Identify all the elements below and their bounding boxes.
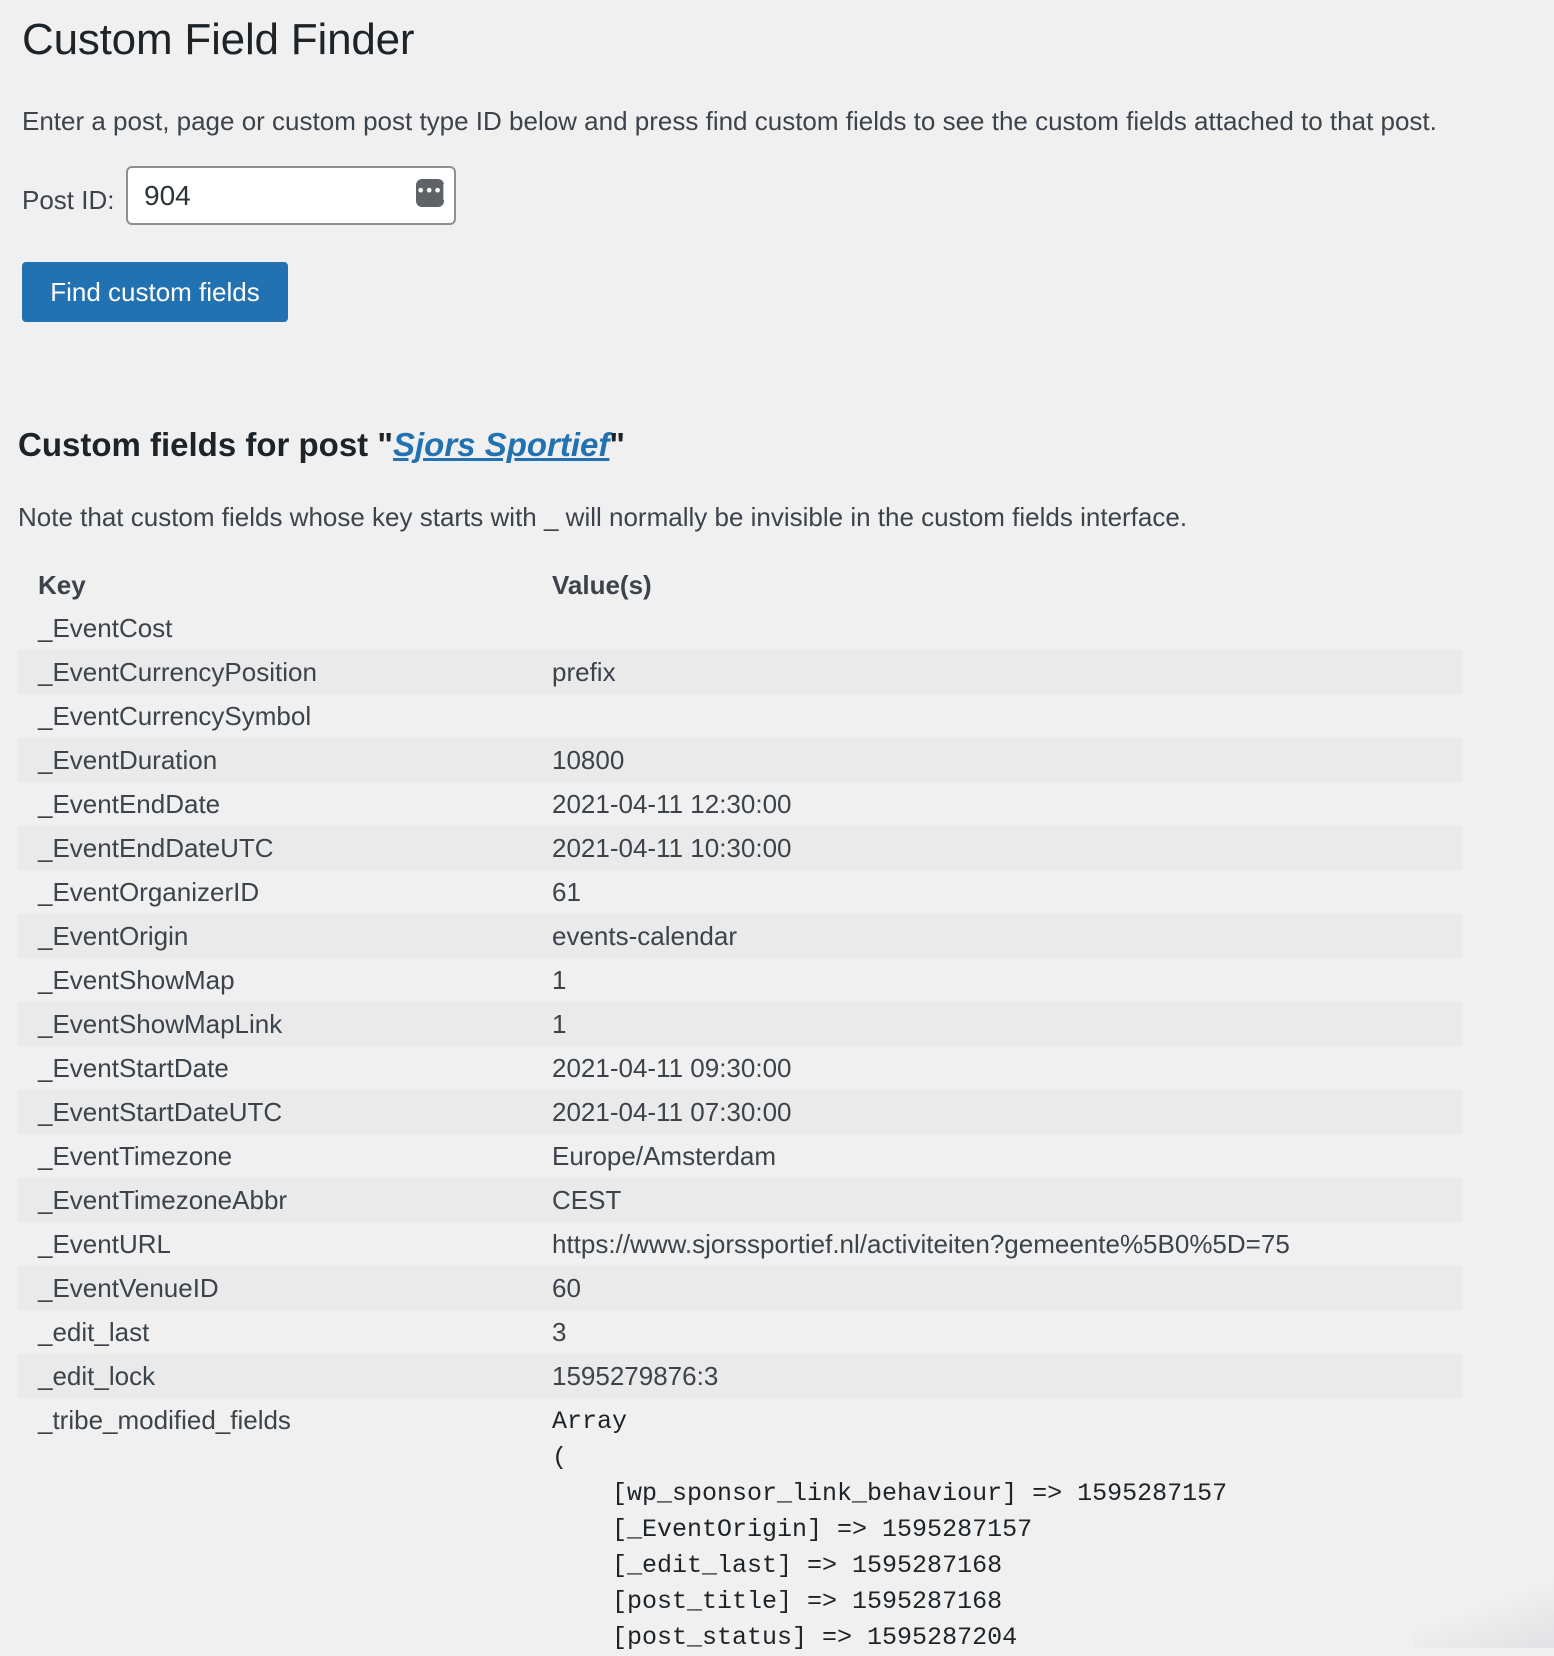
table-row: _EventStartDateUTC 2021-04-11 07:30:00 [18,1090,1462,1134]
field-key: _tribe_modified_fields [38,1405,291,1435]
field-key: _EventDuration [18,738,532,782]
table-row: _EventURL https://www.sjorssportief.nl/a… [18,1222,1462,1266]
field-value: 2021-04-11 07:30:00 [532,1090,1462,1134]
password-dots-icon[interactable]: •••| [416,179,447,207]
post-title-link[interactable]: Sjors Sportief [393,426,609,463]
field-value: 2021-04-11 10:30:00 [532,826,1462,870]
post-id-label: Post ID: [22,185,115,215]
field-key: _EventCurrencyPosition [18,650,532,694]
field-value-array: Array ( [wp_sponsor_link_behaviour] => 1… [532,1398,1462,1656]
table-row: _EventEndDate 2021-04-11 12:30:00 [18,782,1462,826]
page-title: Custom Field Finder [22,15,415,64]
field-key: _EventShowMap [38,965,235,995]
field-value: 10800 [532,738,1462,782]
field-value [532,694,1462,738]
field-value: 3 [552,1317,567,1347]
table-row: _EventShowMap 1 [18,958,1462,1002]
field-value: Europe/Amsterdam [552,1141,776,1171]
field-key: _EventURL [38,1229,171,1259]
table-row: _EventDuration 10800 [18,738,1462,782]
field-value [532,606,1462,650]
field-key: _EventVenueID [18,1266,532,1310]
table-row: _EventTimezoneAbbr CEST [18,1178,1462,1222]
table-row: _edit_lock 1595279876:3 [18,1354,1462,1398]
field-key: _edit_last [38,1317,150,1347]
table-row: _EventEndDateUTC 2021-04-11 10:30:00 [18,826,1462,870]
field-value: https://www.sjorssportief.nl/activiteite… [552,1229,1290,1259]
results-heading-suffix: " [609,426,626,463]
results-heading-prefix: Custom fields for post " [18,426,393,463]
table-row: _EventStartDate 2021-04-11 09:30:00 [18,1046,1462,1090]
field-key: _EventCost [38,613,173,643]
custom-field-finder-page: Custom Field Finder Enter a post, page o… [0,0,1554,1652]
field-key: _edit_lock [18,1354,532,1398]
field-value: CEST [532,1178,1462,1222]
find-custom-fields-button[interactable]: Find custom fields [22,262,288,322]
table-row: _EventVenueID 60 [18,1266,1462,1310]
field-value: 2021-04-11 12:30:00 [552,789,792,819]
field-key: _EventStartDate [38,1053,229,1083]
field-key: _EventStartDateUTC [18,1090,532,1134]
field-key: _EventOrigin [18,914,532,958]
table-header-row: Key Value(s) [18,564,1462,606]
table-row: _EventCost [18,606,1462,650]
table-row: _EventCurrencyPosition prefix [18,650,1462,694]
results-heading: Custom fields for post "Sjors Sportief" [18,424,625,466]
field-value: 61 [552,877,581,907]
table-row: _edit_last 3 [18,1310,1462,1354]
field-value: 1 [532,1002,1462,1046]
field-key: _EventOrganizerID [38,877,260,907]
custom-fields-table: Key Value(s) _EventCost _EventCurrencyPo… [18,564,1462,1656]
field-value: prefix [532,650,1462,694]
field-key: _EventEndDate [38,789,221,819]
invisible-fields-note: Note that custom fields whose key starts… [18,502,1188,532]
array-dump: Array ( [wp_sponsor_link_behaviour] => 1… [552,1407,1228,1652]
field-key: _EventTimezone [38,1141,233,1171]
field-key: _EventEndDateUTC [18,826,532,870]
post-id-input[interactable] [126,166,456,225]
table-row-array: _tribe_modified_fields Array ( [wp_spons… [18,1398,1462,1656]
field-value: 1595279876:3 [532,1354,1462,1398]
table-row: _EventShowMapLink 1 [18,1002,1462,1046]
column-header-key: Key [38,570,86,600]
table-row: _EventOrganizerID 61 [18,870,1462,914]
field-value: 1 [552,965,567,995]
field-value: 2021-04-11 09:30:00 [552,1053,792,1083]
field-value: events-calendar [532,914,1462,958]
table-row: _EventTimezone Europe/Amsterdam [18,1134,1462,1178]
intro-text: Enter a post, page or custom post type I… [22,106,1437,136]
table-row: _EventCurrencySymbol [18,694,1462,738]
table-row: _EventOrigin events-calendar [18,914,1462,958]
field-key: _EventShowMapLink [18,1002,532,1046]
field-key: _EventTimezoneAbbr [18,1178,532,1222]
field-key: _EventCurrencySymbol [38,701,312,731]
field-value: 60 [532,1266,1462,1310]
column-header-values: Value(s) [552,570,652,600]
